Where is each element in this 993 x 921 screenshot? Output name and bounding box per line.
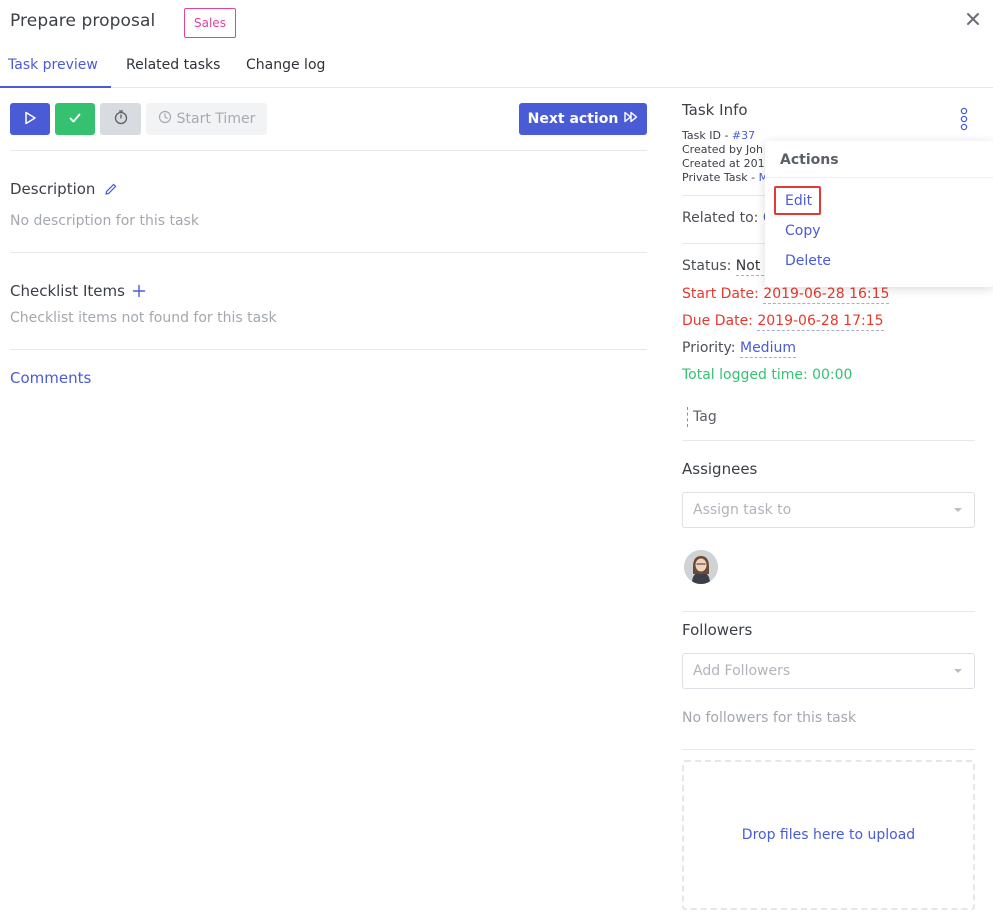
task-info-title: Task Info xyxy=(682,101,748,119)
created-by: Created by Joh xyxy=(682,143,763,156)
divider xyxy=(682,440,975,441)
related-to-row: Related to: C xyxy=(682,210,773,226)
due-date-row: Due Date: 2019-06-28 17:15 xyxy=(682,313,884,331)
status-label: Status: xyxy=(682,258,736,274)
clock-icon xyxy=(158,110,172,128)
menu-item-copy[interactable]: Copy xyxy=(785,223,821,239)
created-at: Created at 2019 xyxy=(682,157,772,170)
page-title: Prepare proposal xyxy=(10,11,156,31)
divider xyxy=(682,195,767,196)
followers-empty: No followers for this task xyxy=(682,710,857,726)
tab-related-tasks[interactable]: Related tasks xyxy=(126,57,220,73)
menu-item-delete[interactable]: Delete xyxy=(785,253,831,269)
caret-down-icon xyxy=(954,669,962,673)
divider xyxy=(682,749,975,750)
description-title: Description xyxy=(10,180,96,198)
due-date-value[interactable]: 2019-06-28 17:15 xyxy=(757,313,884,331)
actions-dropdown: Actions Edit Copy Delete xyxy=(765,141,993,287)
priority-row: Priority: Medium xyxy=(682,340,796,358)
private-task-row: Private Task - M xyxy=(682,171,768,185)
start-date-label: Start Date: xyxy=(682,286,764,302)
tab-task-preview[interactable]: Task preview xyxy=(8,57,98,73)
divider xyxy=(10,252,647,253)
fast-forward-icon xyxy=(624,111,638,127)
divider xyxy=(10,349,647,350)
stopwatch-icon xyxy=(113,109,129,129)
task-id-row: Task ID - #37 xyxy=(682,129,755,143)
tabs-divider xyxy=(0,87,993,88)
start-timer-button[interactable]: Start Timer xyxy=(146,103,267,135)
tag-input[interactable]: Tag xyxy=(693,409,717,425)
close-icon[interactable] xyxy=(964,10,982,28)
file-dropzone[interactable]: Drop files here to upload xyxy=(682,760,975,910)
active-tab-indicator xyxy=(0,86,111,88)
plus-icon[interactable] xyxy=(132,283,146,302)
divider xyxy=(682,243,767,244)
assign-task-placeholder: Assign task to xyxy=(693,502,792,518)
comments-link[interactable]: Comments xyxy=(10,369,91,387)
description-empty: No description for this task xyxy=(10,213,199,229)
checklist-empty: Checklist items not found for this task xyxy=(10,310,277,326)
start-date-row: Start Date: 2019-06-28 16:15 xyxy=(682,286,890,304)
actions-menu-title: Actions xyxy=(780,152,839,168)
add-followers-placeholder: Add Followers xyxy=(693,663,791,679)
add-followers-select[interactable]: Add Followers xyxy=(682,653,975,689)
private-task-label: Private Task - xyxy=(682,171,759,184)
tag-cursor xyxy=(687,407,688,427)
pencil-icon[interactable] xyxy=(104,181,118,200)
status-badge: Sales xyxy=(184,8,236,38)
stopwatch-button[interactable] xyxy=(100,103,141,135)
tab-change-log[interactable]: Change log xyxy=(246,57,325,73)
kebab-icon[interactable] xyxy=(958,107,970,131)
priority-label: Priority: xyxy=(682,340,740,356)
status-row: Status: Not S xyxy=(682,258,774,276)
task-id-link[interactable]: #37 xyxy=(732,129,755,142)
start-task-button[interactable] xyxy=(10,103,50,135)
related-to-label: Related to: xyxy=(682,210,763,226)
followers-title: Followers xyxy=(682,621,753,639)
start-timer-label: Start Timer xyxy=(176,111,256,127)
divider xyxy=(682,611,975,612)
menu-item-edit[interactable]: Edit xyxy=(785,193,812,209)
play-icon xyxy=(23,110,37,129)
next-action-label: Next action xyxy=(527,111,619,127)
priority-value[interactable]: Medium xyxy=(739,340,796,358)
avatar[interactable] xyxy=(684,550,718,584)
due-date-label: Due Date: xyxy=(682,313,758,329)
check-icon xyxy=(68,110,82,129)
mark-complete-button[interactable] xyxy=(55,103,95,135)
assignees-title: Assignees xyxy=(682,460,758,478)
assign-task-select[interactable]: Assign task to xyxy=(682,492,975,528)
logged-time: Total logged time: 00:00 xyxy=(682,367,853,383)
caret-down-icon xyxy=(954,508,962,512)
next-action-button[interactable]: Next action xyxy=(519,103,647,135)
task-id-label: Task ID - xyxy=(682,129,732,142)
checklist-title: Checklist Items xyxy=(10,282,125,300)
start-date-value[interactable]: 2019-06-28 16:15 xyxy=(763,286,890,304)
divider xyxy=(10,150,647,151)
menu-divider xyxy=(765,177,993,178)
dropzone-label: Drop files here to upload xyxy=(741,827,916,843)
